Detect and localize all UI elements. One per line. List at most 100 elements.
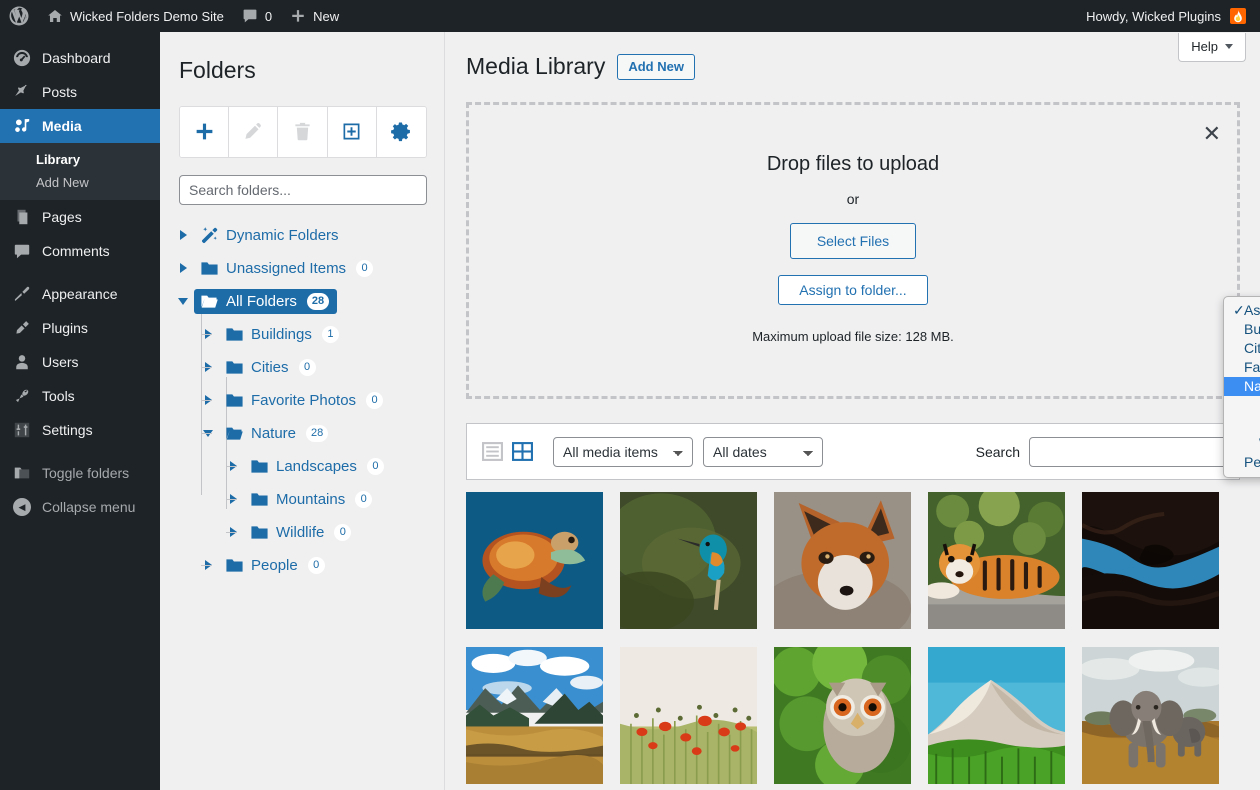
delete-folder-button[interactable]	[278, 107, 327, 157]
page-header: Media Library Add New	[466, 53, 1260, 80]
sidebar-item-collapse-menu[interactable]: ◀ Collapse menu	[0, 490, 160, 524]
media-item-tiger-resting-on-rock[interactable]	[928, 492, 1065, 629]
dropdown-option-label: Mountains	[1244, 415, 1260, 434]
folder-closed-icon	[225, 556, 244, 575]
grid-view-icon[interactable]	[509, 439, 535, 465]
folder-item-cities[interactable]: Cities 0	[219, 355, 324, 380]
folder-item-dynamic-folders[interactable]: Dynamic Folders	[194, 223, 347, 248]
sidebar-item-dashboard[interactable]: Dashboard	[0, 41, 160, 75]
folder-caret[interactable]	[172, 219, 194, 252]
tools-wrench-icon	[12, 386, 32, 406]
media-search-input[interactable]	[1029, 437, 1227, 467]
folder-item-nature[interactable]: Nature 28	[219, 421, 336, 446]
sidebar-label: Appearance	[42, 286, 118, 302]
media-type-filter[interactable]: All media items	[553, 437, 693, 467]
assign-to-folder-dropdown-menu[interactable]: ✓ Assign to folder... Buildings Cities F…	[1223, 296, 1260, 478]
date-filter[interactable]: All dates	[703, 437, 823, 467]
folder-label: All Folders	[226, 293, 297, 310]
dropdown-option-cities[interactable]: Cities	[1224, 339, 1260, 358]
dropdown-option-assign-to-folder[interactable]: ✓ Assign to folder...	[1224, 301, 1260, 320]
folder-caret[interactable]	[172, 252, 194, 285]
sidebar-label: Toggle folders	[42, 465, 129, 481]
dropdown-option-label: Landscapes	[1244, 396, 1260, 415]
sidebar-item-users[interactable]: Users	[0, 345, 160, 379]
submenu-item-add-new[interactable]: Add New	[0, 171, 160, 194]
folder-item-buildings[interactable]: Buildings 1	[219, 322, 347, 347]
folder-item-unassigned-items[interactable]: Unassigned Items 0	[194, 256, 381, 281]
sidebar-item-tools[interactable]: Tools	[0, 379, 160, 413]
media-item-owl-in-green-foliage[interactable]	[774, 647, 911, 784]
sidebar-item-plugins[interactable]: Plugins	[0, 311, 160, 345]
new-folder-button[interactable]	[180, 107, 229, 157]
plus-in-box-icon	[341, 121, 362, 142]
folder-caret[interactable]	[172, 285, 194, 318]
sidebar-item-media[interactable]: Media	[0, 109, 160, 143]
folder-item-people[interactable]: People 0	[219, 553, 333, 578]
media-item-red-fox-closeup[interactable]	[774, 492, 911, 629]
comments-menu[interactable]: 0	[233, 0, 281, 32]
magic-wand-icon	[200, 226, 219, 245]
folder-label: Nature	[251, 425, 296, 442]
expand-all-button[interactable]	[328, 107, 377, 157]
upload-dropzone[interactable]: ✕ Drop files to upload or Select Files A…	[466, 102, 1240, 399]
new-content-menu[interactable]: New	[281, 0, 348, 32]
folder-closed-icon	[225, 391, 244, 410]
dropdown-option-nature[interactable]: Nature	[1224, 377, 1260, 396]
sidebar-item-pages[interactable]: Pages	[0, 200, 160, 234]
sidebar-item-toggle-folders[interactable]: Toggle folders	[0, 456, 160, 490]
folder-item-landscapes[interactable]: Landscapes 0	[244, 454, 392, 479]
dropdown-option-people[interactable]: People	[1224, 453, 1260, 472]
dropdown-option-landscapes[interactable]: Landscapes	[1224, 396, 1260, 415]
dropzone-title: Drop files to upload	[469, 153, 1237, 176]
folder-closed-icon	[250, 523, 269, 542]
sidebar-item-comments[interactable]: Comments	[0, 234, 160, 268]
dropdown-option-buildings[interactable]: Buildings	[1224, 320, 1260, 339]
dropdown-option-mountains[interactable]: Mountains	[1224, 415, 1260, 434]
sidebar-item-settings[interactable]: Settings	[0, 413, 160, 447]
select-files-button[interactable]: Select Files	[790, 223, 916, 259]
dropdown-option-label: Wildlife	[1244, 434, 1260, 453]
search-label: Search	[976, 444, 1020, 460]
list-view-icon[interactable]	[479, 439, 505, 465]
sidebar-label: Posts	[42, 84, 77, 100]
assign-folder-select-wrap: Assign to folder...	[469, 275, 1237, 305]
folder-closed-icon	[250, 490, 269, 509]
wordpress-logo-menu[interactable]	[0, 0, 38, 32]
folder-count-badge: 28	[306, 425, 328, 442]
media-item-mountain-meadow-landscape[interactable]	[466, 647, 603, 784]
plus-icon	[290, 8, 306, 24]
home-icon	[47, 8, 63, 24]
folder-search-input[interactable]	[179, 175, 427, 205]
admin-sidebar-menu: Dashboard Posts Media Library Add New Pa…	[0, 32, 160, 790]
dropzone-or-label: or	[469, 191, 1237, 207]
folder-item-all-folders[interactable]: All Folders 28	[194, 289, 337, 314]
site-name-menu[interactable]: Wicked Folders Demo Site	[38, 0, 233, 32]
dropdown-option-favorite-photos[interactable]: Favorite Photos	[1224, 358, 1260, 377]
dropdown-option-label: People	[1244, 453, 1260, 472]
media-item-elephants-in-savanna[interactable]	[1082, 647, 1219, 784]
folder-label: Cities	[251, 359, 289, 376]
dropdown-option-wildlife[interactable]: Wildlife	[1224, 434, 1260, 453]
folder-item-wildlife[interactable]: Wildlife 0	[244, 520, 359, 545]
my-account-menu[interactable]: Howdy, Wicked Plugins	[1077, 0, 1260, 32]
media-item-kingfisher-bird-on-branch[interactable]	[620, 492, 757, 629]
comment-bubble-icon	[242, 8, 258, 24]
submenu-item-library[interactable]: Library	[0, 148, 160, 171]
add-new-button[interactable]: Add New	[617, 54, 695, 80]
folder-settings-button[interactable]	[377, 107, 426, 157]
media-item-sea-turtle-underwater[interactable]	[466, 492, 603, 629]
folder-item-mountains[interactable]: Mountains 0	[244, 487, 380, 512]
folder-label: Landscapes	[276, 458, 357, 475]
folders-panel-title: Folders	[179, 56, 444, 86]
sidebar-item-appearance[interactable]: Appearance	[0, 277, 160, 311]
sidebar-label: Users	[42, 354, 79, 370]
media-item-poppy-field-wildflowers[interactable]	[620, 647, 757, 784]
edit-folder-button[interactable]	[229, 107, 278, 157]
sidebar-item-posts[interactable]: Posts	[0, 75, 160, 109]
media-item-slot-canyon-blue-sky[interactable]	[1082, 492, 1219, 629]
assign-folder-select[interactable]: Assign to folder...	[778, 275, 928, 305]
close-x-icon[interactable]: ✕	[1203, 123, 1221, 145]
media-item-sand-dune-with-grass[interactable]	[928, 647, 1065, 784]
folder-item-favorite-photos[interactable]: Favorite Photos 0	[219, 388, 391, 413]
help-toggle-button[interactable]: Help	[1178, 33, 1246, 62]
